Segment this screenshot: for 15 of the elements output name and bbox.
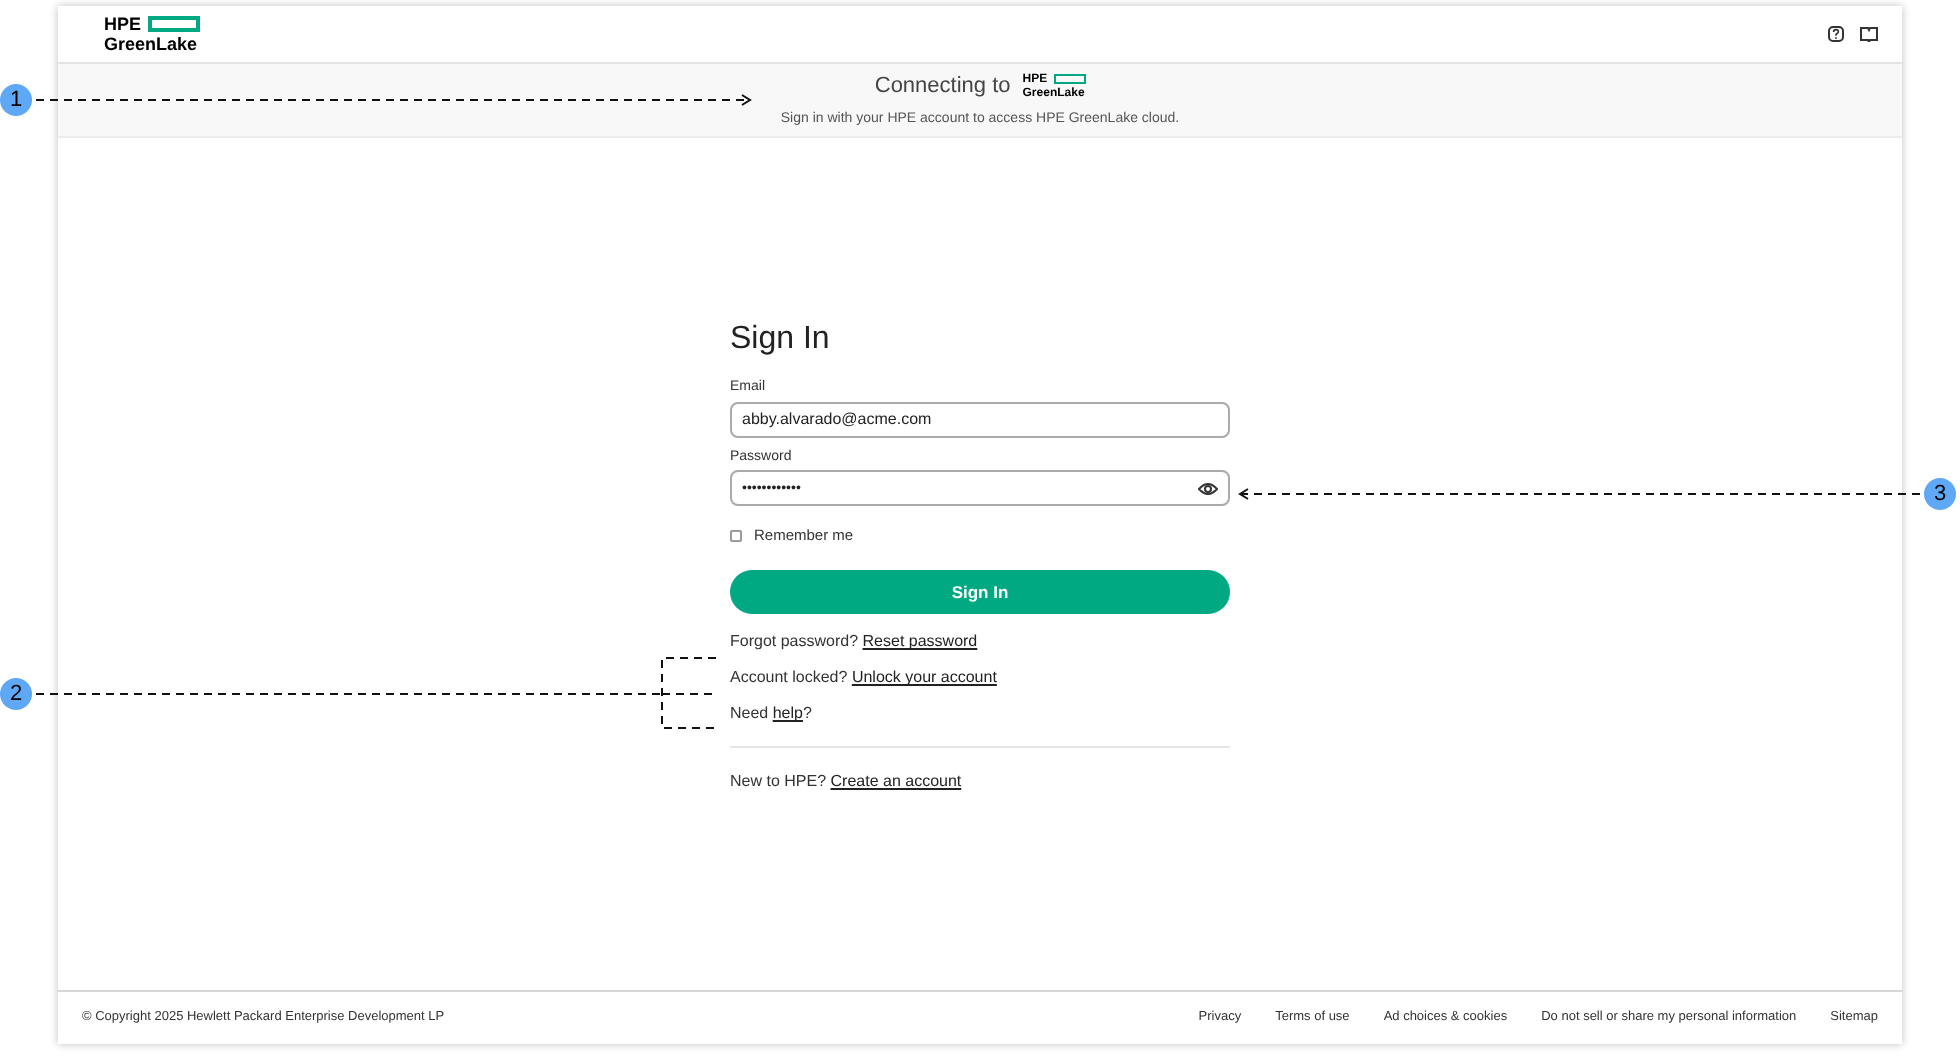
help-text: Need help? [730,702,814,727]
help-link[interactable]: Unlock your account [851,668,997,687]
banner-title: Connecting to [874,72,1011,102]
callout-number: 1 [0,84,32,116]
sign-in-heading: Sign In [730,320,832,360]
help-text: Forgot password? Reset password [730,630,980,655]
callout-number: 2 [0,678,32,710]
help-link[interactable]: Reset password [862,632,978,651]
signup-text: New to HPE? Create an account [730,770,964,795]
brand-logo: HPE GreenLake [104,15,200,53]
help-text: Account locked? Unlock your account [730,666,999,691]
email-field[interactable]: abby.alvarado@acme.com [730,401,1230,437]
callout-number: 3 [1924,478,1956,510]
help-link[interactable]: help [772,704,803,723]
create-account-link[interactable]: Create an account [830,772,962,791]
